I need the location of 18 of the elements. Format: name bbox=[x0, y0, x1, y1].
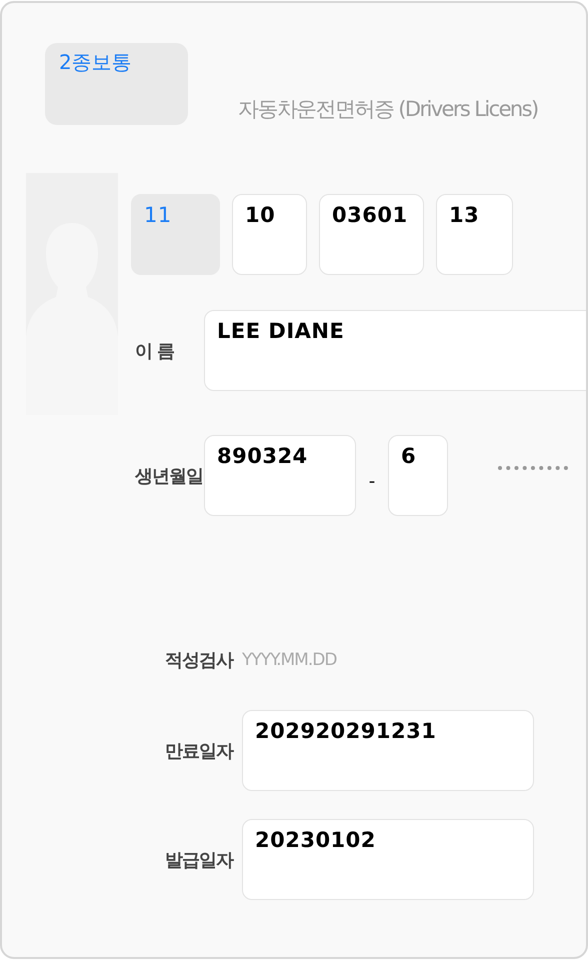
field-label: 이름 bbox=[134, 340, 180, 362]
field-label: 만료일자 bbox=[164, 740, 234, 762]
input-field[interactable]: 03601 bbox=[319, 194, 424, 275]
input-field[interactable]: 890324 bbox=[204, 435, 356, 516]
input-field[interactable]: 202920291231 bbox=[242, 710, 534, 791]
separator: - bbox=[368, 471, 376, 492]
field-label: 적성검사 bbox=[164, 649, 234, 672]
input-field[interactable]: 13 bbox=[436, 194, 513, 275]
input-field[interactable]: 20230102 bbox=[242, 819, 534, 900]
input-field[interactable]: 10 bbox=[232, 194, 307, 275]
field-label: 생년월일 bbox=[134, 464, 204, 488]
field-label: 발급일자 bbox=[164, 848, 234, 872]
input-field[interactable]: YYYY.MM.DD bbox=[242, 650, 382, 670]
input-field[interactable]: LEE DIANE bbox=[204, 310, 586, 391]
card-title: 자동차운전면허증 (Drivers Licens) bbox=[238, 96, 538, 123]
dotted-line bbox=[498, 466, 568, 470]
input-field[interactable]: 6 bbox=[388, 435, 448, 516]
license-type-box: 2종보통 bbox=[45, 43, 188, 125]
